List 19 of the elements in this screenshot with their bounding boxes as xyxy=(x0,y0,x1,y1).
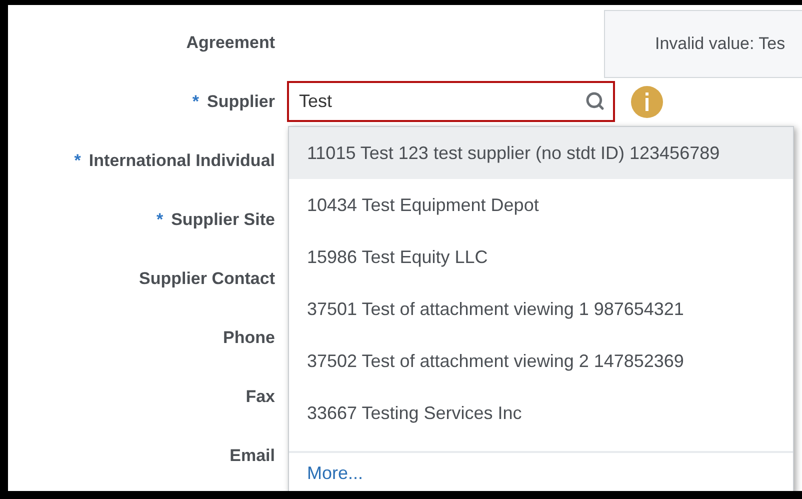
suggestion-item[interactable]: 15986 Test Equity LLC xyxy=(289,231,793,283)
supplier-field[interactable]: Test xyxy=(287,81,615,122)
suggestion-item[interactable]: 11015 Test 123 test supplier (no stdt ID) 123456789 xyxy=(289,127,793,179)
suggestion-item[interactable]: 10434 Test Equipment Depot xyxy=(289,179,793,231)
field-label: * Supplier xyxy=(192,92,275,112)
field-label: * Supplier Site xyxy=(156,210,275,230)
field-label: Agreement xyxy=(186,32,275,52)
suggestion-item[interactable]: 33667 Testing Services Inc xyxy=(289,387,793,439)
search-icon[interactable] xyxy=(585,91,605,111)
more-link[interactable]: More... xyxy=(307,462,364,484)
info-icon xyxy=(631,86,663,118)
error-tooltip: Invalid value: Tes xyxy=(604,10,802,78)
field-label: * International Individual xyxy=(74,150,275,170)
suggestion-item[interactable]: 37502 Test of attachment viewing 2 147852369 xyxy=(289,335,793,387)
field-label: Phone xyxy=(223,328,275,348)
field-label: Supplier Contact xyxy=(138,268,275,288)
field-label: Email xyxy=(230,446,275,466)
suggestion-item[interactable]: 37501 Test of attachment viewing 1 987654321 xyxy=(289,283,793,335)
field-label: Fax xyxy=(246,386,275,406)
